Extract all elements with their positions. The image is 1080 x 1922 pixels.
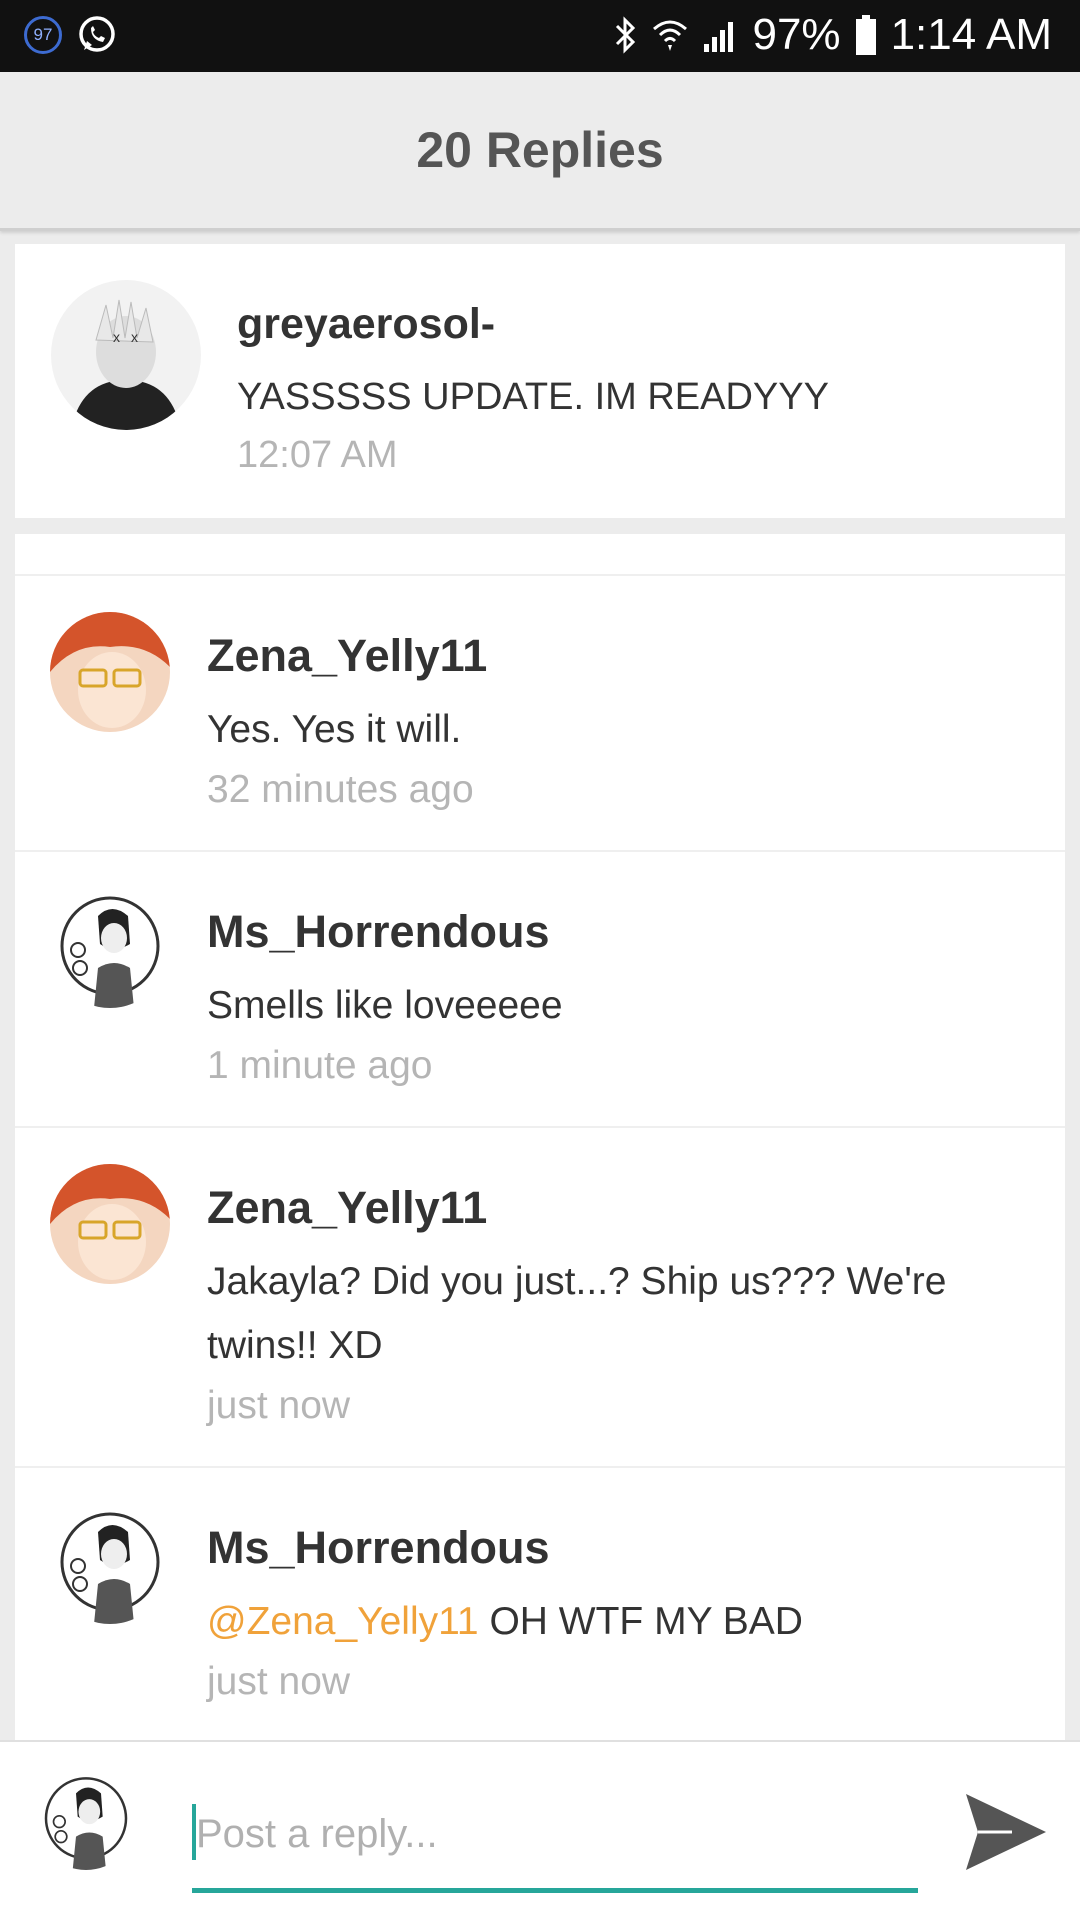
send-button[interactable] [962, 1790, 1050, 1874]
avatar [36, 1770, 136, 1870]
reply-message-body: OH WTF MY BAD [478, 1600, 803, 1643]
reply-message: Smells like loveeeee [207, 984, 563, 1027]
input-underline [192, 1888, 918, 1893]
avatar[interactable] [50, 612, 170, 732]
notification-badge: 97 [24, 16, 62, 54]
reply-message: @Zena_Yelly11 OH WTF MY BAD [207, 1590, 1037, 1654]
text-cursor [192, 1804, 196, 1860]
status-bar: 97 97% 1:14 AM [0, 0, 1080, 72]
mention-link[interactable]: @Zena_Yelly11 [207, 1600, 479, 1643]
svg-text:x: x [113, 329, 120, 345]
reply-timestamp: just now [207, 1660, 351, 1703]
reply-composer [0, 1740, 1080, 1922]
signal-icon [702, 18, 738, 52]
svg-text:x: x [131, 329, 138, 345]
avatar[interactable] [50, 888, 170, 1008]
post-text: YASSSSS UPDATE. IM READYYY [237, 376, 829, 418]
avatar[interactable]: x x [51, 280, 201, 430]
reply-item: Zena_Yelly11 Yes. Yes it will. 32 minute… [15, 576, 1065, 852]
avatar[interactable] [50, 1504, 170, 1624]
reply-item: Ms_Horrendous @Zena_Yelly11 OH WTF MY BA… [15, 1468, 1065, 1740]
reply-input[interactable] [192, 1804, 916, 1864]
wifi-icon [652, 17, 688, 53]
avatar[interactable] [50, 1164, 170, 1284]
reply-username[interactable]: Zena_Yelly11 [207, 630, 487, 682]
reply-text: Smells like loveeeee 1 minute ago [207, 974, 1037, 1094]
post-timestamp: 12:07 AM [237, 434, 398, 476]
clock: 1:14 AM [890, 10, 1052, 59]
reply-message: Yes. Yes it will. [207, 708, 462, 751]
whatsapp-icon [76, 14, 118, 56]
reply-text: @Zena_Yelly11 OH WTF MY BAD just now [207, 1590, 1037, 1710]
reply-username[interactable]: Ms_Horrendous [207, 1522, 550, 1574]
reply-timestamp: 1 minute ago [207, 1044, 433, 1087]
reply-text: Jakayla? Did you just...? Ship us??? We'… [207, 1250, 1037, 1434]
reply-item: Zena_Yelly11 Jakayla? Did you just...? S… [15, 1128, 1065, 1468]
reply-message: Jakayla? Did you just...? Ship us??? We'… [207, 1260, 947, 1367]
battery-icon [855, 15, 877, 55]
replies-header: 20 Replies [0, 72, 1080, 231]
reply-username[interactable]: Zena_Yelly11 [207, 1182, 487, 1234]
reply-text: Yes. Yes it will. 32 minutes ago [207, 698, 1037, 818]
reply-item: Ms_Horrendous Smells like loveeeee 1 min… [15, 852, 1065, 1128]
reply-username[interactable]: Ms_Horrendous [207, 906, 550, 958]
list-item [15, 534, 1065, 576]
battery-percent: 97% [752, 10, 841, 59]
original-post-card: x x greyaerosol- YASSSSS UPDATE. IM READ… [15, 244, 1065, 518]
page-title: 20 Replies [416, 122, 664, 178]
send-icon [962, 1794, 1050, 1878]
bluetooth-icon [612, 15, 638, 55]
reply-timestamp: just now [207, 1384, 351, 1427]
replies-list[interactable]: Zena_Yelly11 Yes. Yes it will. 32 minute… [15, 534, 1065, 1740]
post-username[interactable]: greyaerosol- [237, 300, 495, 349]
reply-timestamp: 32 minutes ago [207, 768, 474, 811]
